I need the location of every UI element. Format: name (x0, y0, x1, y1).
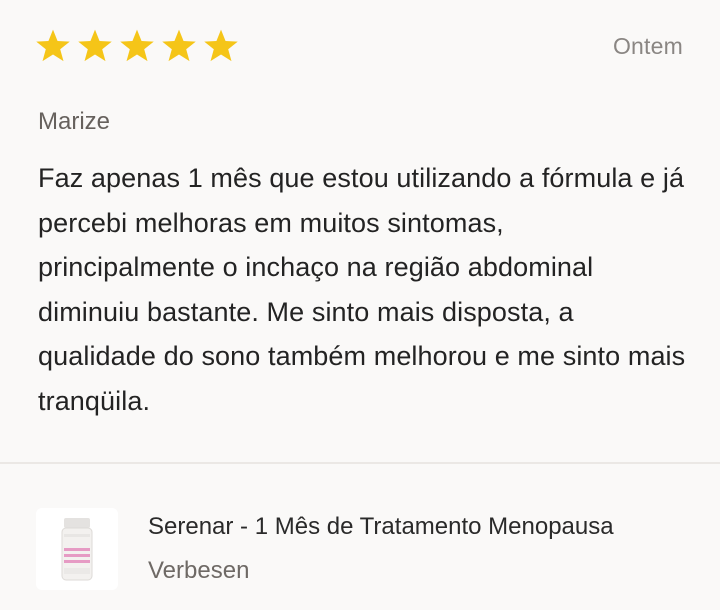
supplement-bottle-icon (61, 518, 93, 581)
product-image[interactable] (36, 508, 118, 590)
star-icon (76, 28, 114, 64)
review-date: Ontem (612, 33, 683, 59)
star-rating (34, 28, 240, 64)
review-text: Faz apenas 1 mês que estou utilizando a … (38, 163, 686, 416)
review-card: Ontem Marize Faz apenas 1 mês que estou … (0, 0, 720, 462)
product-title[interactable]: Serenar - 1 Mês de Tratamento Menopausa (148, 513, 614, 541)
star-icon (34, 28, 72, 64)
product-brand: Verbesen (148, 557, 250, 584)
product-link[interactable]: Serenar - 1 Mês de Tratamento Menopausa … (0, 464, 720, 610)
review-author: Marize (38, 108, 111, 135)
star-icon (160, 28, 198, 64)
star-icon (118, 28, 156, 64)
star-icon (202, 28, 240, 64)
